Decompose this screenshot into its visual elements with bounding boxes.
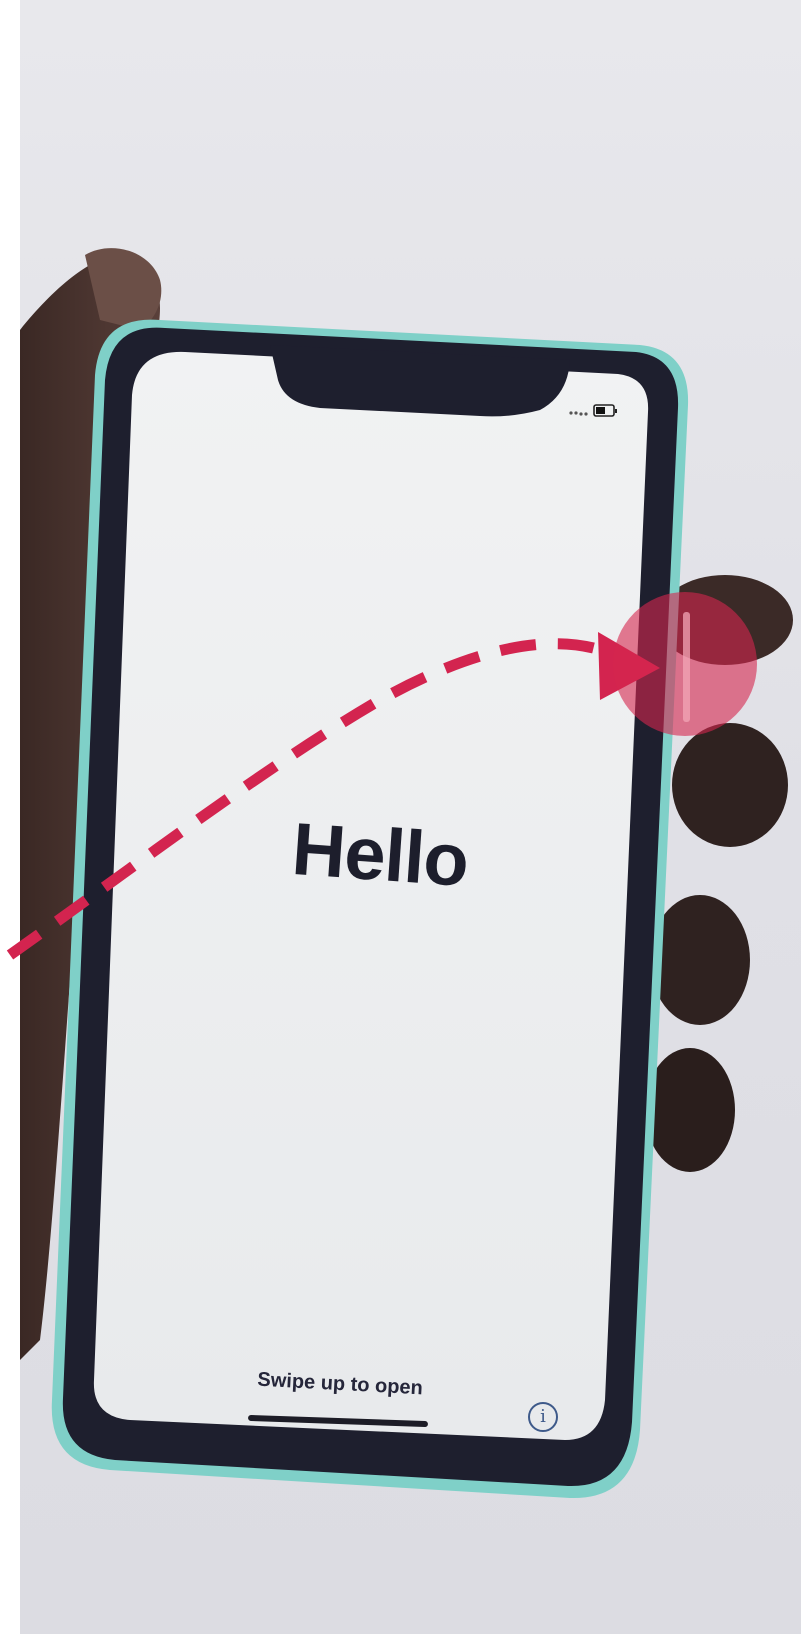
phone bbox=[51, 319, 689, 1499]
side-button bbox=[683, 612, 690, 722]
hello-greeting: Hello bbox=[289, 806, 471, 903]
info-circle-icon[interactable]: i bbox=[528, 1402, 558, 1432]
